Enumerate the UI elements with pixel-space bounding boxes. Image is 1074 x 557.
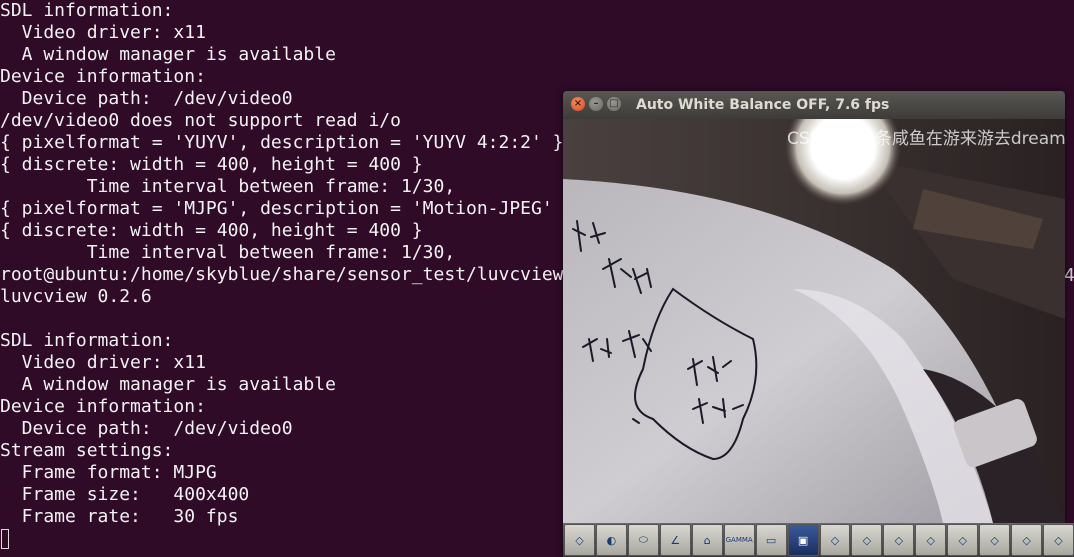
terminal-line: A window manager is available [0, 374, 336, 395]
video-window[interactable]: × – □ Auto White Balance OFF, 7.6 fps CS… [563, 91, 1074, 557]
minimize-icon[interactable]: – [589, 97, 603, 111]
close-icon[interactable]: × [571, 97, 585, 111]
control-toolbar: ◇ ◐ ⬭ ∠ ⌂ GAMMA ▭ ▣ ◇ ◇ ◇ ◇ ◇ ◇ ◇ ◇ [563, 523, 1074, 557]
focus-icon[interactable]: ◇ [883, 524, 915, 556]
exposure-icon[interactable]: ◇ [851, 524, 883, 556]
terminal-line: Frame format: MJPG [0, 462, 217, 483]
terminal-line: /dev/video0 does not support read i/o [0, 110, 401, 131]
terminal-line: { pixelformat = 'MJPG', description = 'M… [0, 198, 575, 219]
saturation-icon[interactable]: ⬭ [627, 524, 659, 556]
quit-icon[interactable]: ◇ [1043, 524, 1074, 556]
pan-icon[interactable]: ◇ [915, 524, 947, 556]
window-titlebar[interactable]: × – □ Auto White Balance OFF, 7.6 fps [563, 91, 1065, 119]
terminal-line: { discrete: width = 400, height = 400 } [0, 154, 423, 175]
terminal-line: Device path: /dev/video0 [0, 418, 293, 439]
terminal-line: { pixelformat = 'YUYV', description = 'Y… [0, 132, 564, 153]
terminal-line: luvcview 0.2.6 [0, 286, 152, 307]
terminal-line: Frame size: 400x400 [0, 484, 250, 505]
snapshot-icon[interactable]: ▣ [787, 524, 819, 556]
terminal-line: Video driver: x11 [0, 22, 206, 43]
tilt-icon[interactable]: ◇ [947, 524, 979, 556]
terminal-line: Stream settings: [0, 440, 174, 461]
terminal-line: Frame rate: 30 fps [0, 506, 239, 527]
terminal-line: A window manager is available [0, 44, 336, 65]
terminal-line: Device information: [0, 396, 206, 417]
terminal-line: { discrete: width = 400, height = 400 } [0, 220, 423, 241]
terminal-cursor [1, 529, 9, 549]
terminal-line: Device path: /dev/video0 [0, 88, 293, 109]
terminal-line: SDL information: [0, 330, 174, 351]
gamma-icon[interactable]: GAMMA [723, 524, 755, 556]
zoom-icon[interactable]: ◇ [979, 524, 1011, 556]
terminal-line: root@ubuntu:/home/skyblue/share/sensor_t… [0, 264, 564, 285]
sharpness-icon[interactable]: ⌂ [691, 524, 723, 556]
window-title: Auto White Balance OFF, 7.6 fps [636, 97, 890, 113]
maximize-icon[interactable]: □ [607, 97, 621, 111]
contrast-icon[interactable]: ◐ [595, 524, 627, 556]
white-balance-icon[interactable]: ◇ [819, 524, 851, 556]
terminal-line: Time interval between frame: 1/30, [0, 242, 456, 263]
terminal-line: Device information: [0, 66, 206, 87]
terminal-line: SDL information: [0, 0, 174, 21]
brightness-icon[interactable]: ◇ [564, 524, 595, 556]
gain-icon[interactable]: ∠ [659, 524, 691, 556]
reset-icon[interactable]: ◇ [1011, 524, 1043, 556]
record-icon[interactable]: ▭ [755, 524, 787, 556]
terminal-line: Time interval between frame: 1/30, [0, 176, 456, 197]
camera-video-frame: CSDN @一条咸鱼在游来游去dreams [563, 119, 1065, 523]
terminal-line: Video driver: x11 [0, 352, 206, 373]
camera-image [563, 119, 1065, 523]
terminal-clipped-char: 4 [1064, 265, 1074, 286]
